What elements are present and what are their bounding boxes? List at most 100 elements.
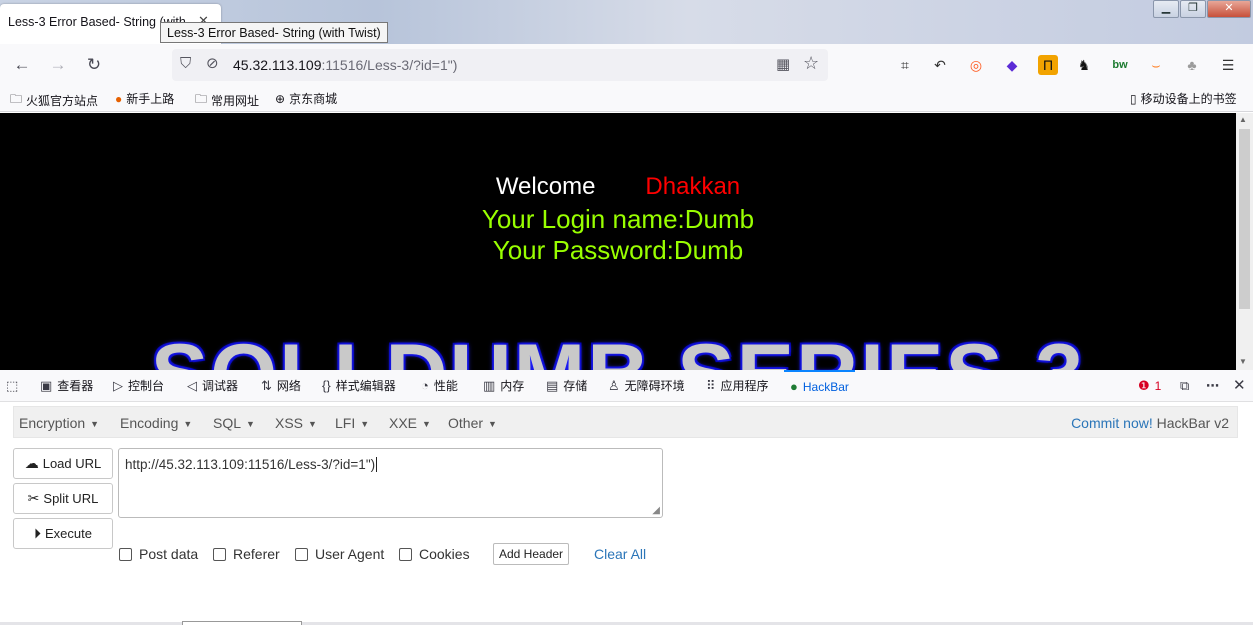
url-textarea[interactable]: http://45.32.113.109:11516/Less-3/?id=1"… bbox=[118, 448, 663, 518]
cloud-download-icon: ☁ bbox=[24, 455, 39, 471]
url-bar[interactable]: ⛉ ⊘ 45.32.113.109:11516/Less-3/?id=1") ▦… bbox=[172, 49, 828, 81]
clear-all-link[interactable]: Clear All bbox=[594, 546, 646, 562]
menu-encryption[interactable]: Encryption ▼ bbox=[19, 415, 99, 431]
hackbar-commit: Commit now! HackBar v2 bbox=[1071, 415, 1229, 431]
storage-icon: ▤ bbox=[546, 378, 559, 393]
scroll-up-icon[interactable]: ▲ bbox=[1239, 115, 1247, 124]
referer-checkbox[interactable]: Referer bbox=[213, 546, 280, 562]
tab-performance[interactable]: ◔ 性能 bbox=[421, 370, 458, 402]
tab-debugger[interactable]: ◁ 调试器 bbox=[187, 370, 238, 402]
bookmark-star-icon[interactable]: ☆ bbox=[803, 53, 819, 74]
welcome-line: Welcome Dhakkan bbox=[495, 173, 741, 200]
tab-inspector[interactable]: ▣ 查看器 bbox=[40, 370, 93, 402]
mobile-icon: ▯ bbox=[1130, 91, 1137, 106]
qr-code-icon[interactable]: ▦ bbox=[776, 55, 790, 73]
login-name-text: Your Login name:Dumb bbox=[481, 204, 755, 234]
console-icon: ▷ bbox=[113, 378, 123, 393]
bookmark-folder[interactable]: 🗀 火狐官方站点 bbox=[10, 90, 98, 111]
hackbar-panel: Encryption ▼ Encoding ▼ SQL ▼ XSS ▼ LFI ▼ XXE… bbox=[0, 402, 1253, 625]
undo-icon[interactable]: ↶ bbox=[930, 55, 950, 75]
back-button[interactable]: ← bbox=[11, 54, 33, 76]
window-controls: ▁ ❐ ✕ bbox=[1152, 0, 1251, 19]
caret-down-icon: ▼ bbox=[422, 419, 431, 430]
bookmarks-bar: 🗀 火狐官方站点 ● 新手上路 🗀 常用网址 ⊕ 京东商城 ▯ 移动设备上的书签 bbox=[0, 86, 1253, 112]
panel-bottom-tab bbox=[182, 621, 302, 625]
hackbar-menu-bar: Encryption ▼ Encoding ▼ SQL ▼ XSS ▼ LFI ▼ XXE… bbox=[13, 406, 1238, 438]
tab-style-editor[interactable]: {} 样式编辑器 bbox=[322, 370, 396, 402]
bookmark-item[interactable]: ⊕ 京东商城 bbox=[275, 90, 337, 107]
puzzle-icon[interactable]: ♣ bbox=[1182, 55, 1202, 75]
hackbar-version: HackBar v2 bbox=[1156, 415, 1229, 431]
scroll-down-icon[interactable]: ▼ bbox=[1239, 357, 1247, 366]
page-scrollbar[interactable]: ▲ ▼ bbox=[1236, 113, 1253, 370]
split-url-button[interactable]: ✂ Split URL bbox=[13, 483, 113, 514]
scroll-thumb[interactable] bbox=[1239, 129, 1250, 309]
add-header-button[interactable]: Add Header bbox=[493, 543, 570, 565]
close-devtools-icon[interactable]: ✕ bbox=[1233, 370, 1251, 402]
tracking-shield-icon[interactable]: ⛉ bbox=[180, 55, 191, 72]
tab-application[interactable]: ⠿ 应用程序 bbox=[706, 370, 769, 402]
menu-xxe[interactable]: XXE ▼ bbox=[389, 415, 431, 431]
caret-down-icon: ▼ bbox=[360, 419, 370, 430]
color-block-icon[interactable]: П bbox=[1038, 55, 1058, 75]
user-agent-checkbox[interactable]: User Agent bbox=[295, 546, 384, 562]
user-name: Dhakkan bbox=[645, 173, 741, 200]
resize-grip-icon[interactable]: ◢ bbox=[652, 505, 660, 516]
minimize-button[interactable]: ▁ bbox=[1153, 0, 1179, 18]
folder-icon: 🗀 bbox=[195, 92, 208, 106]
reload-button[interactable]: ↻ bbox=[83, 54, 105, 76]
play-circle-icon: ⏵ bbox=[34, 525, 41, 541]
tab-storage[interactable]: ▤ 存储 bbox=[546, 370, 587, 402]
diamond-icon[interactable]: ◆ bbox=[1002, 55, 1022, 75]
maximize-button[interactable]: ❐ bbox=[1180, 0, 1206, 18]
more-options-icon[interactable]: ⋯ bbox=[1206, 370, 1224, 402]
menu-other[interactable]: Other ▼ bbox=[448, 415, 497, 431]
commit-now-link[interactable]: Commit now! bbox=[1071, 415, 1153, 431]
series-banner-image: SQLI DUMB SERIES-3 bbox=[0, 326, 1236, 370]
caret-down-icon: ▼ bbox=[246, 419, 255, 430]
tab-network[interactable]: ⇅ 网络 bbox=[261, 370, 301, 402]
insecure-lock-icon[interactable]: ⊘ bbox=[206, 54, 219, 72]
forward-button[interactable]: → bbox=[47, 54, 69, 76]
caret-down-icon: ▼ bbox=[488, 419, 497, 430]
close-window-button[interactable]: ✕ bbox=[1207, 0, 1251, 18]
tab-accessibility[interactable]: ♙ 无障碍环境 bbox=[608, 370, 685, 402]
tab-hackbar[interactable]: ● HackBar bbox=[784, 370, 855, 402]
error-count-badge[interactable]: ❶1 bbox=[1138, 370, 1161, 402]
cookies-checkbox[interactable]: Cookies bbox=[399, 546, 470, 562]
devtools-toolbar: ⬚ ▣ 查看器 ▷ 控制台 ◁ 调试器 ⇅ 网络 {} 样式编辑器 ◔ 性能 ▥ 内存 ▤ 存储… bbox=[0, 370, 1253, 402]
tab-console[interactable]: ▷ 控制台 bbox=[113, 370, 164, 402]
post-data-checkbox[interactable]: Post data bbox=[119, 546, 198, 562]
performance-icon: ◔ bbox=[421, 378, 429, 393]
globe-icon: ⊕ bbox=[275, 91, 286, 106]
crop-icon[interactable]: ⌗ bbox=[895, 55, 915, 75]
bookmark-item[interactable]: ● 新手上路 bbox=[115, 90, 174, 107]
memory-icon: ▥ bbox=[483, 378, 496, 393]
error-icon: ❶ bbox=[1138, 378, 1150, 393]
bookmark-folder[interactable]: 🗀 常用网址 bbox=[195, 90, 259, 111]
agent-icon[interactable]: ♞ bbox=[1074, 55, 1094, 75]
page-content: Welcome Dhakkan Your Login name:Dumb Your… bbox=[0, 113, 1236, 370]
tab-memory[interactable]: ▥ 内存 bbox=[483, 370, 524, 402]
password-text: Your Password:Dumb bbox=[492, 235, 744, 265]
bw-icon[interactable]: bw bbox=[1110, 55, 1130, 75]
caret-down-icon: ▼ bbox=[183, 419, 193, 430]
accessibility-icon: ♙ bbox=[608, 378, 620, 393]
mobile-bookmarks[interactable]: ▯ 移动设备上的书签 bbox=[1130, 90, 1237, 107]
url-text[interactable]: 45.32.113.109:11516/Less-3/?id=1") bbox=[233, 57, 457, 73]
caret-down-icon: ▼ bbox=[308, 419, 317, 430]
menu-encoding[interactable]: Encoding ▼ bbox=[120, 415, 192, 431]
menu-xss[interactable]: XSS ▼ bbox=[275, 415, 317, 431]
execute-button[interactable]: ⏵ Execute bbox=[13, 518, 113, 549]
application-icon: ⠿ bbox=[706, 378, 716, 393]
dock-toggle-icon[interactable]: ⧉ bbox=[1180, 370, 1194, 402]
menu-sql[interactable]: SQL ▼ bbox=[213, 415, 255, 431]
fox-icon[interactable]: ⌣ bbox=[1146, 55, 1166, 75]
caret-down-icon: ▼ bbox=[90, 419, 100, 430]
menu-icon[interactable]: ☰ bbox=[1218, 55, 1238, 75]
folder-icon: 🗀 bbox=[10, 92, 23, 106]
ring-icon[interactable]: ◎ bbox=[966, 55, 986, 75]
menu-lfi[interactable]: LFI ▼ bbox=[335, 415, 369, 431]
element-picker-icon[interactable]: ⬚ bbox=[6, 370, 23, 402]
load-url-button[interactable]: ☁ Load URL bbox=[13, 448, 113, 479]
